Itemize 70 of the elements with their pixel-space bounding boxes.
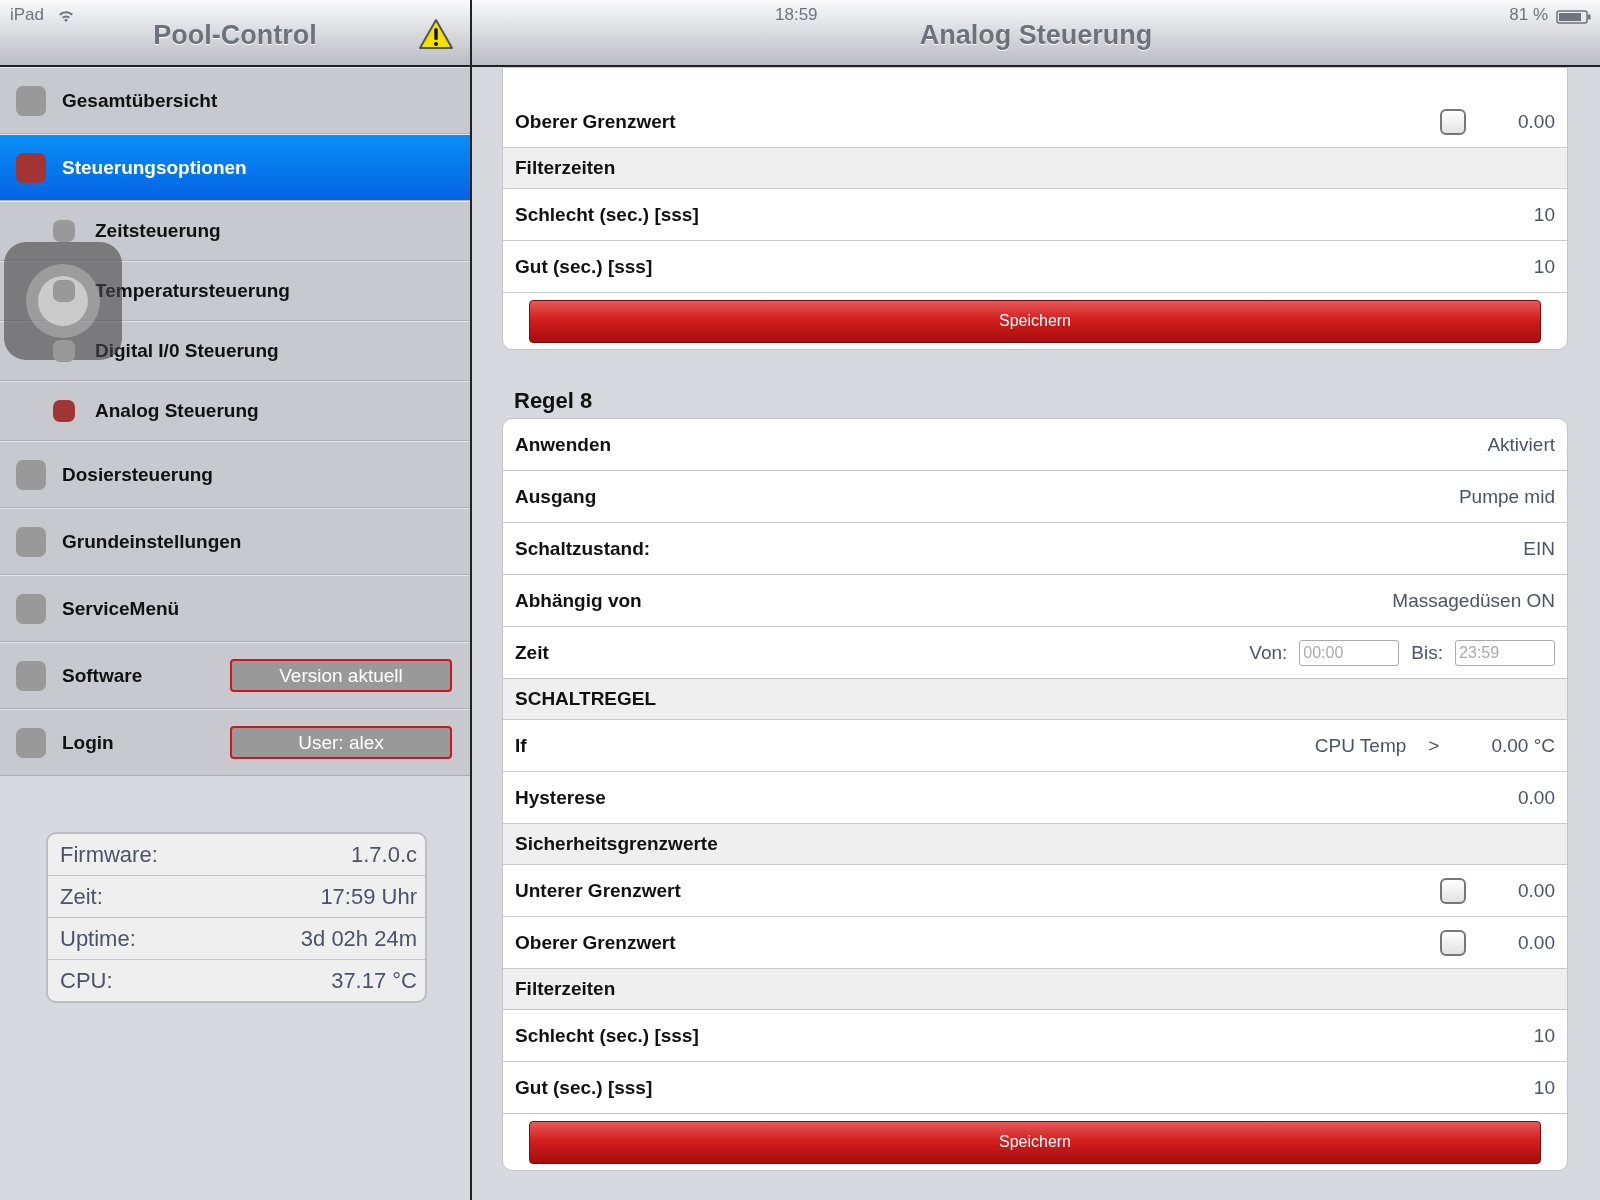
section-header: Filterzeiten — [503, 969, 1567, 1010]
sidebar-title: Pool-Control — [153, 20, 317, 51]
info-value: 17:59 Uhr — [320, 883, 417, 910]
section-header: Sicherheitsgrenzwerte — [503, 824, 1567, 865]
row-value: 10 — [1533, 255, 1555, 278]
info-label: Zeit: — [60, 883, 103, 910]
row-value: 0.00 — [1518, 786, 1555, 809]
row-label: Oberer Grenzwert — [515, 110, 677, 133]
info-label: Firmware: — [60, 841, 158, 868]
row-label: Oberer Grenzwert — [515, 931, 677, 954]
row-label: Abhängig von — [515, 589, 643, 612]
row-value: EIN — [1523, 537, 1555, 560]
row-value: 10 — [1533, 1076, 1555, 1099]
row-value: 0.00 — [1518, 879, 1555, 902]
condition-operator: > — [1428, 734, 1440, 757]
warning-icon[interactable] — [418, 18, 454, 50]
section-header: Filterzeiten — [503, 148, 1567, 189]
menu-item[interactable]: Dosiersteuerung — [0, 441, 470, 508]
menu-item[interactable]: ServiceMenü — [0, 575, 470, 642]
row-label: Gut (sec.) [sss] — [515, 255, 654, 278]
save-button[interactable]: Speichern — [529, 299, 1541, 343]
rule-heading: Regel 8 — [513, 387, 594, 415]
menu-item[interactable]: Gesamtübersicht — [0, 67, 470, 134]
row-label: Schlecht (sec.) [sss] — [515, 1024, 700, 1047]
checkbox[interactable] — [1440, 877, 1466, 904]
info-value: 1.7.0.c — [350, 841, 417, 868]
condition-source: CPU Temp — [1314, 734, 1407, 757]
row-label: Schlecht (sec.) [sss] — [515, 203, 700, 226]
info-label: Uptime: — [60, 925, 136, 952]
menu-item[interactable]: Zeitsteuerung — [0, 201, 470, 261]
row-label: Ausgang — [515, 485, 598, 508]
info-value: 3d 02h 24m — [300, 925, 417, 952]
page-title: Analog Steuerung — [919, 20, 1153, 51]
section-header: SCHALTREGEL — [503, 679, 1567, 720]
menu-item[interactable]: Login User: alex — [0, 709, 470, 776]
row-label: If — [515, 734, 528, 757]
info-value: 37.17 °C — [331, 967, 417, 994]
menu-item[interactable]: Steuerungsoptionen — [0, 134, 470, 201]
clock: 18:59 — [775, 5, 818, 25]
row-value: Pumpe mid — [1458, 485, 1555, 508]
checkbox[interactable] — [1440, 929, 1466, 956]
menu-item[interactable]: Temperatursteuerung — [0, 261, 470, 321]
row-label: Anwenden — [515, 433, 613, 456]
row-value: 10 — [1533, 203, 1555, 226]
row-label: Gut (sec.) [sss] — [515, 1076, 654, 1099]
from-label: Von: — [1249, 641, 1288, 664]
menu-item[interactable]: Analog Steuerung — [0, 381, 470, 441]
save-button[interactable]: Speichern — [529, 1120, 1541, 1164]
row-value: 0.00 °C — [1491, 734, 1555, 757]
row-label: Zeit — [515, 641, 550, 664]
menu-item[interactable]: Software Version aktuell — [0, 642, 470, 709]
row-label: Hysterese — [515, 786, 607, 809]
row-value: Massagedüsen ON — [1392, 589, 1555, 612]
device-label: iPad — [10, 5, 45, 25]
info-label: CPU: — [60, 967, 113, 994]
menu-item[interactable]: Grundeinstellungen — [0, 508, 470, 575]
row-value: 0.00 — [1518, 110, 1555, 133]
to-label: Bis: — [1411, 641, 1443, 664]
from-time-field[interactable]: 00:00 — [1299, 639, 1400, 666]
to-time-field[interactable]: 23:59 — [1455, 639, 1555, 666]
row-value: 0.00 — [1518, 931, 1555, 954]
battery-percent: 81 % — [1509, 5, 1548, 25]
wifi-icon — [58, 10, 74, 22]
row-value: Aktiviert — [1487, 433, 1555, 456]
battery-icon — [1556, 10, 1592, 24]
checkbox[interactable] — [1440, 108, 1466, 135]
row-label: Schaltzustand: — [515, 537, 652, 560]
row-value: 10 — [1533, 1024, 1555, 1047]
row-label: Unterer Grenzwert — [515, 879, 682, 902]
menu-item[interactable]: Digital I/0 Steuerung — [0, 321, 470, 381]
